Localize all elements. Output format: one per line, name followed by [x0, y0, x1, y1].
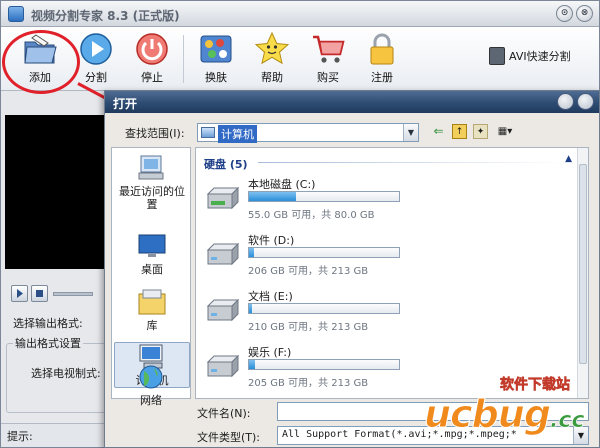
drive-usage-bar — [248, 191, 400, 202]
close-button[interactable]: ⊗ — [576, 5, 593, 22]
drive-stats: 206 GB 可用，共 213 GB — [248, 266, 369, 277]
shopping-cart-icon — [310, 31, 346, 67]
computer-icon — [201, 127, 215, 138]
dialog-title-bar: 打开 — [105, 91, 599, 113]
drive-stats: 205 GB 可用，共 213 GB — [248, 378, 369, 389]
player-controls — [11, 285, 93, 302]
tv-standard-label: 选择电视制式: — [31, 367, 101, 380]
lock-icon — [364, 31, 400, 67]
look-in-value: 计算机 — [218, 125, 257, 143]
drive-usage-fill — [249, 248, 254, 257]
group-header: 硬盘 (5) — [204, 158, 248, 171]
video-preview — [5, 115, 105, 269]
hard-drive-icon — [204, 298, 242, 324]
file-type-dropdown[interactable]: All Support Format(*.avi;*.mpg;*.mpeg;* … — [277, 426, 589, 445]
help-button[interactable]: 帮助 — [247, 31, 297, 89]
scrollbar-thumb[interactable] — [579, 164, 587, 364]
stop-playback-button[interactable] — [31, 285, 48, 302]
drive-item[interactable]: 本地磁盘 (C:) 55.0 GB 可用，共 80.0 GB — [204, 176, 424, 224]
output-format-label: 选择输出格式: — [13, 317, 83, 330]
play-icon — [78, 31, 114, 67]
title-bar: 视频分割专家 8.3 (正式版) ⊙ ⊗ — [1, 1, 599, 27]
look-in-label: 查找范围(I): — [125, 127, 185, 140]
drive-name: 本地磁盘 (C:) — [248, 178, 316, 191]
buy-button[interactable]: 购买 — [303, 31, 353, 89]
star-face-icon — [254, 31, 290, 67]
stop-small-icon — [36, 290, 43, 297]
file-name-input[interactable] — [277, 402, 589, 421]
file-type-chevron-icon[interactable]: ▼ — [573, 427, 588, 444]
stop-label: 停止 — [141, 71, 163, 84]
skin-label: 换肤 — [205, 71, 227, 84]
drive-usage-bar — [248, 359, 400, 370]
new-folder-icon[interactable]: ✦ — [473, 124, 488, 139]
file-list: 硬盘 (5) ▲ 本地磁盘 (C:) 55.0 GB 可用，共 80.0 GB 软件… — [195, 147, 589, 399]
power-icon — [134, 31, 170, 67]
place-network[interactable]: 网络 — [113, 363, 189, 407]
place-recent[interactable]: 最近访问的位置 — [114, 154, 190, 211]
palette-icon — [198, 31, 234, 67]
minimize-button[interactable]: ⊙ — [556, 5, 573, 22]
hard-drive-icon — [204, 354, 242, 380]
collapse-chevron-icon[interactable]: ▲ — [565, 154, 572, 164]
drive-stats: 210 GB 可用，共 213 GB — [248, 322, 369, 333]
avi-split-button[interactable]: AVI快速分割 — [489, 47, 571, 65]
library-icon — [137, 288, 167, 316]
output-settings-label: 输出格式设置 — [13, 335, 83, 351]
drive-name: 软件 (D:) — [248, 234, 295, 247]
file-type-value: All Support Format(*.avi;*.mpg;*.mpeg;* — [282, 429, 517, 440]
open-dialog: 打开 查找范围(I): 计算机 ▼ ⇐ ↑ ✦ ▦▾ 最近访问的位置 桌面 库 … — [104, 90, 600, 448]
view-menu-icon[interactable]: ▦▾ — [494, 124, 516, 139]
file-type-label: 文件类型(T): — [197, 431, 261, 444]
help-label: 帮助 — [261, 71, 283, 84]
place-desktop[interactable]: 桌面 — [114, 232, 190, 276]
drive-name: 娱乐 (F:) — [248, 346, 292, 359]
desktop-icon — [137, 232, 167, 260]
drive-usage-fill — [249, 360, 255, 369]
drive-item[interactable]: 文档 (E:) 210 GB 可用，共 213 GB — [204, 288, 424, 336]
window-title: 视频分割专家 8.3 (正式版) — [31, 9, 180, 23]
seek-slider[interactable] — [53, 291, 93, 296]
avi-split-label: AVI快速分割 — [509, 50, 571, 63]
file-name-label: 文件名(N): — [197, 407, 251, 420]
dialog-minimize-button[interactable] — [557, 93, 574, 110]
back-arrow-icon[interactable]: ⇐ — [431, 124, 446, 139]
toolbar: 添加 分割 停止 换肤 帮助 购买 注册 AVI快速分割 — [1, 27, 599, 91]
look-in-dropdown[interactable]: 计算机 ▼ — [197, 123, 419, 143]
network-globe-icon — [136, 363, 166, 391]
hard-drive-icon — [204, 186, 242, 212]
film-strip-icon — [489, 47, 505, 65]
dialog-close-button[interactable] — [577, 93, 594, 110]
register-button[interactable]: 注册 — [357, 31, 407, 89]
drive-usage-bar — [248, 247, 400, 258]
buy-label: 购买 — [317, 71, 339, 84]
drive-name: 文档 (E:) — [248, 290, 293, 303]
drive-item[interactable]: 软件 (D:) 206 GB 可用，共 213 GB — [204, 232, 424, 280]
places-bar: 最近访问的位置 桌面 库 计算机 — [111, 147, 191, 399]
nav-toolbar: ⇐ ↑ ✦ ▦▾ — [431, 124, 516, 139]
toolbar-separator — [183, 35, 184, 83]
highlight-ring — [2, 30, 80, 94]
app-icon — [8, 6, 24, 22]
recent-places-icon — [137, 154, 167, 182]
place-libraries[interactable]: 库 — [114, 288, 190, 332]
play-button[interactable] — [11, 285, 28, 302]
drive-item[interactable]: 娱乐 (F:) 205 GB 可用，共 213 GB — [204, 344, 424, 392]
play-small-icon — [17, 289, 23, 298]
stop-button[interactable]: 停止 — [127, 31, 177, 89]
up-folder-icon[interactable]: ↑ — [452, 124, 467, 139]
drive-stats: 55.0 GB 可用，共 80.0 GB — [248, 210, 375, 221]
group-divider — [258, 162, 564, 163]
register-label: 注册 — [371, 71, 393, 84]
chevron-down-icon[interactable]: ▼ — [403, 124, 418, 141]
scrollbar[interactable] — [577, 148, 588, 398]
drive-usage-fill — [249, 304, 252, 313]
status-label: 提示: — [7, 430, 33, 443]
drive-usage-bar — [248, 303, 400, 314]
hard-drive-icon — [204, 242, 242, 268]
dialog-title: 打开 — [113, 97, 138, 111]
skin-button[interactable]: 换肤 — [191, 31, 241, 89]
drive-usage-fill — [249, 192, 296, 201]
